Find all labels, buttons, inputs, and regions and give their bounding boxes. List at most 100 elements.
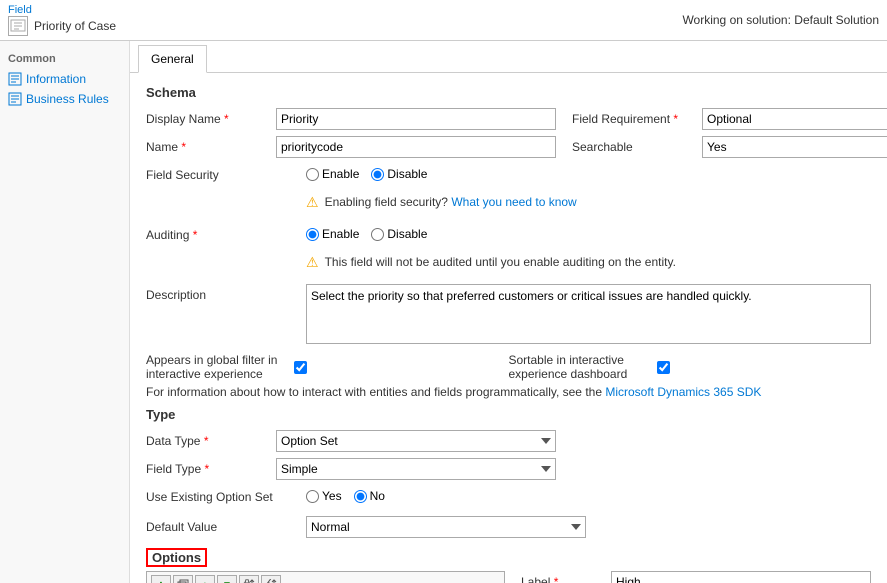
use-existing-no-label[interactable]: No <box>354 489 385 503</box>
field-security-info-row: ⚠ Enabling field security? What you need… <box>146 194 871 218</box>
use-existing-label: Use Existing Option Set <box>146 486 306 504</box>
schema-section-title: Schema <box>146 85 871 100</box>
business-rules-icon <box>8 92 22 106</box>
default-value-row: Default Value Normal <box>146 516 871 540</box>
field-security-enable-label[interactable]: Enable <box>306 167 359 181</box>
use-existing-radio-group: Yes No <box>306 486 871 503</box>
description-control: Select the priority so that preferred cu… <box>306 284 871 347</box>
top-header: Field Priority of Case Working on soluti… <box>0 0 887 41</box>
type-section-title: Type <box>146 407 871 422</box>
working-on-solution: Working on solution: Default Solution <box>682 13 879 27</box>
display-name-input[interactable] <box>276 108 556 130</box>
auditing-enable-label[interactable]: Enable <box>306 227 359 241</box>
form-content: Schema Display Name * Field Requirement … <box>130 73 887 583</box>
field-icon <box>10 18 26 34</box>
name-input[interactable] <box>276 136 556 158</box>
options-sort-za-btn[interactable]: Z A <box>261 575 281 583</box>
description-textarea[interactable]: Select the priority so that preferred cu… <box>306 284 871 344</box>
use-existing-no-radio[interactable] <box>354 490 367 503</box>
use-existing-row: Use Existing Option Set Yes No <box>146 486 871 510</box>
sidebar: Common Information <box>0 41 130 583</box>
field-security-label: Field Security <box>146 164 306 182</box>
options-clone-btn[interactable] <box>173 575 193 583</box>
field-type-label: Field Type * <box>146 462 276 476</box>
detail-label-row: Label * <box>521 571 871 583</box>
default-value-select[interactable]: Normal <box>306 516 586 538</box>
searchable-select[interactable]: Yes <box>702 136 887 158</box>
display-name-col: Display Name * <box>146 108 556 130</box>
options-sort-az-btn[interactable]: A Z <box>239 575 259 583</box>
page-title-icon <box>8 16 28 36</box>
header-left: Field Priority of Case <box>8 4 116 36</box>
options-up-btn[interactable]: ▲ <box>195 575 215 583</box>
data-type-row: Data Type * Option Set <box>146 430 871 452</box>
field-requirement-label: Field Requirement * <box>572 112 702 126</box>
field-security-link[interactable]: What you need to know <box>451 195 576 209</box>
page-title: Priority of Case <box>8 16 116 36</box>
data-type-select[interactable]: Option Set <box>276 430 556 452</box>
appears-checkbox[interactable] <box>294 361 307 374</box>
options-title: Options <box>146 548 207 567</box>
page-title-text: Priority of Case <box>34 19 116 33</box>
options-detail: Label * Value * Descr <box>521 571 871 583</box>
auditing-radio-group: Enable Disable <box>306 224 871 241</box>
sidebar-section-title: Common <box>0 49 129 69</box>
field-security-radio-group: Enable Disable <box>306 164 871 181</box>
auditing-row: Auditing * Enable Disable <box>146 224 871 248</box>
field-type-select[interactable]: Simple <box>276 458 556 480</box>
auditing-disable-label[interactable]: Disable <box>371 227 427 241</box>
auditing-label: Auditing * <box>146 224 306 242</box>
detail-label-field-label: Label * <box>521 575 611 583</box>
sidebar-item-information[interactable]: Information <box>0 69 129 89</box>
field-security-info: ⚠ Enabling field security? What you need… <box>306 194 577 211</box>
description-row: Description Select the priority so that … <box>146 284 871 347</box>
detail-label-input[interactable] <box>611 571 871 583</box>
options-list-panel: + ▲ ▼ <box>146 571 505 583</box>
field-security-warning-icon: ⚠ <box>306 194 319 211</box>
options-down-btn[interactable]: ▼ <box>217 575 237 583</box>
data-type-col: Data Type * Option Set <box>146 430 871 452</box>
description-label: Description <box>146 284 306 302</box>
name-label: Name * <box>146 140 276 154</box>
auditing-warning-icon: ⚠ <box>306 254 319 271</box>
sidebar-item-information-label: Information <box>26 72 86 86</box>
use-existing-yes-label[interactable]: Yes <box>306 489 342 503</box>
field-type-col: Field Type * Simple <box>146 458 871 480</box>
field-security-disable-radio[interactable] <box>371 168 384 181</box>
field-security-row: Field Security Enable Disable <box>146 164 871 188</box>
appears-label: Appears in global filter in interactive … <box>146 353 286 381</box>
auditing-info: ⚠ This field will not be audited until y… <box>306 254 676 271</box>
field-requirement-select[interactable]: Optional <box>702 108 887 130</box>
sidebar-item-business-rules-label: Business Rules <box>26 92 109 106</box>
searchable-col: Searchable Yes <box>572 136 887 158</box>
sortable-checkbox[interactable] <box>657 361 670 374</box>
field-security-disable-label[interactable]: Disable <box>371 167 427 181</box>
field-type-row: Field Type * Simple <box>146 458 871 480</box>
field-security-enable-radio[interactable] <box>306 168 319 181</box>
options-add-btn[interactable]: + <box>151 575 171 583</box>
field-requirement-col: Field Requirement * Optional <box>572 108 887 130</box>
auditing-info-text: This field will not be audited until you… <box>325 254 676 271</box>
display-name-label: Display Name * <box>146 112 276 126</box>
searchable-label: Searchable <box>572 140 702 154</box>
options-toolbar: + ▲ ▼ <box>147 572 504 583</box>
type-section: Type Data Type * Option Set <box>146 407 871 540</box>
field-label: Field <box>8 4 116 16</box>
auditing-info-row: ⚠ This field will not be audited until y… <box>146 254 871 278</box>
display-name-row: Display Name * Field Requirement * Optio… <box>146 108 871 130</box>
auditing-control: Enable Disable <box>306 224 871 241</box>
tab-general[interactable]: General <box>138 45 207 73</box>
auditing-disable-radio[interactable] <box>371 228 384 241</box>
sidebar-item-business-rules[interactable]: Business Rules <box>0 89 129 109</box>
field-security-control: Enable Disable <box>306 164 871 181</box>
field-security-info-text: Enabling field security? What you need t… <box>325 194 577 211</box>
use-existing-yes-radio[interactable] <box>306 490 319 503</box>
sdk-link[interactable]: Microsoft Dynamics 365 SDK <box>605 385 761 399</box>
global-filter-right: Sortable in interactive experience dashb… <box>509 353 872 381</box>
auditing-enable-radio[interactable] <box>306 228 319 241</box>
tab-bar: General <box>130 41 887 73</box>
options-container: + ▲ ▼ <box>146 571 871 583</box>
main-panel: General Schema Display Name * Field <box>130 41 887 583</box>
default-value-control: Normal <box>306 516 871 538</box>
information-icon <box>8 72 22 86</box>
